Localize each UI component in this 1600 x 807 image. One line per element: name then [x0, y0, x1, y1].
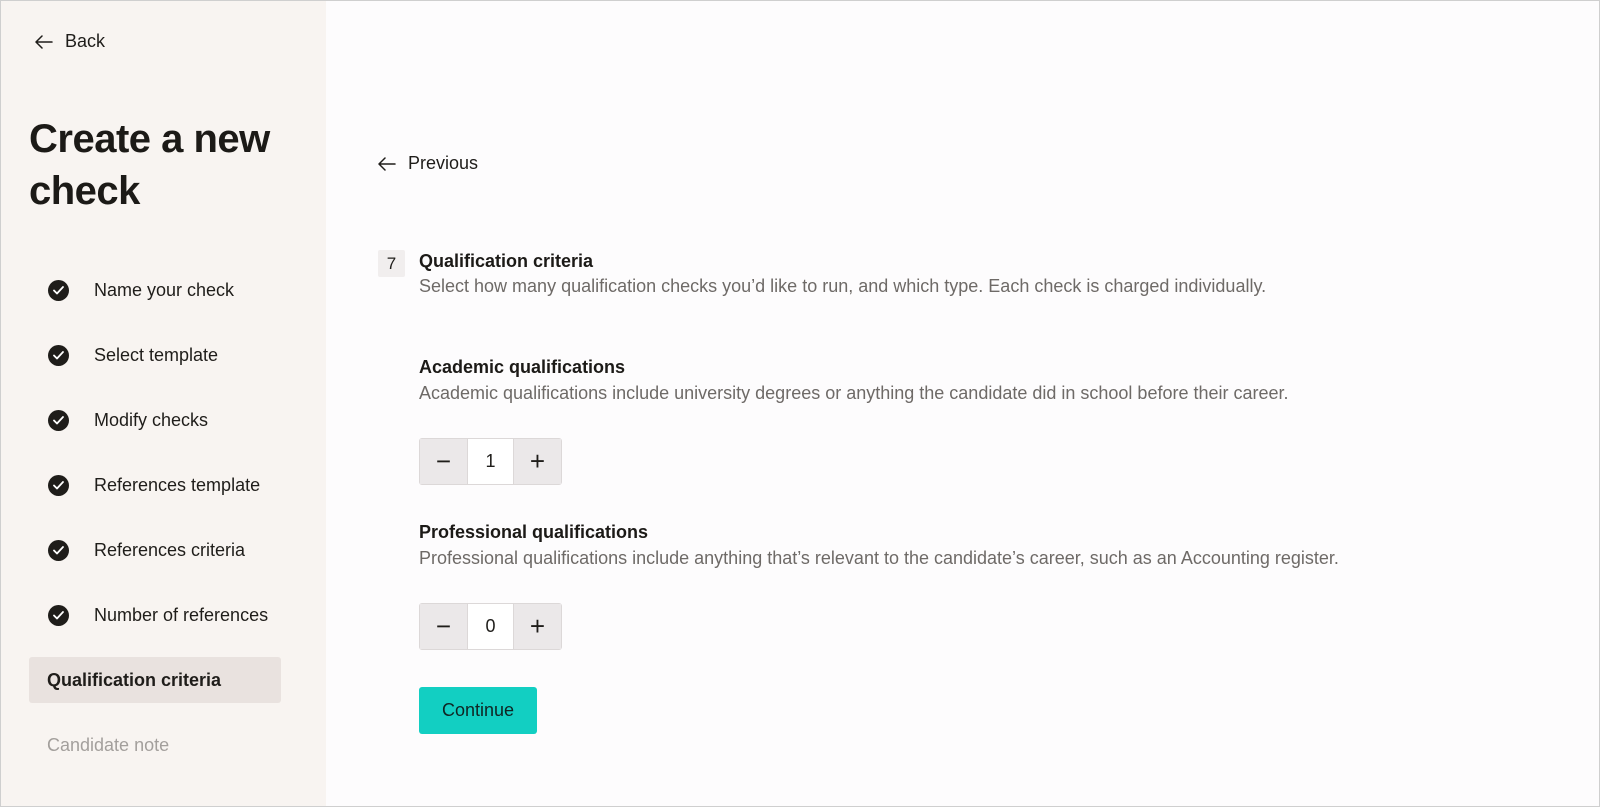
step-name-your-check[interactable]: Name your check — [29, 267, 281, 313]
previous-button[interactable]: Previous — [378, 153, 478, 174]
check-circle-icon — [48, 279, 69, 301]
step-number-badge: 7 — [378, 250, 405, 277]
page-title: Create a new check — [29, 117, 270, 213]
professional-quantity-value[interactable]: 0 — [468, 604, 513, 649]
main-content: Previous 7 Qualification criteria Select… — [326, 1, 1599, 806]
check-circle-icon — [48, 409, 69, 431]
step-label: Number of references — [94, 604, 269, 625]
check-circle-icon — [48, 474, 69, 496]
arrow-left-icon — [35, 34, 53, 49]
step-label: Modify checks — [94, 409, 209, 430]
step-label: Candidate note — [47, 734, 170, 755]
academic-quantity-stepper: − 1 + — [419, 438, 562, 485]
app-window: Back Create a new check Name your check … — [0, 0, 1600, 807]
professional-description: Professional qualifications include anyt… — [419, 548, 1339, 568]
back-label: Back — [65, 31, 106, 51]
arrow-left-icon — [378, 156, 396, 171]
check-circle-icon — [48, 344, 69, 366]
check-circle-icon — [48, 604, 69, 626]
step-references-template[interactable]: References template — [29, 462, 281, 508]
step-label: References criteria — [94, 539, 246, 560]
step-modify-checks[interactable]: Modify checks — [29, 397, 281, 443]
back-button[interactable]: Back — [35, 31, 105, 52]
professional-increment-button[interactable]: + — [513, 604, 561, 649]
continue-button[interactable]: Continue — [419, 687, 537, 734]
academic-description: Academic qualifications include universi… — [419, 383, 1289, 403]
academic-quantity-value[interactable]: 1 — [468, 439, 513, 484]
check-circle-icon — [48, 539, 69, 561]
academic-title: Academic qualifications — [419, 357, 626, 377]
section-description: Select how many qualification checks you… — [419, 276, 1267, 296]
section-title: Qualification criteria — [419, 251, 594, 271]
previous-label: Previous — [408, 153, 479, 173]
academic-increment-button[interactable]: + — [513, 439, 561, 484]
step-label: Qualification criteria — [47, 669, 222, 690]
professional-title: Professional qualifications — [419, 522, 649, 542]
professional-quantity-stepper: − 0 + — [419, 603, 562, 650]
step-label: Select template — [94, 344, 219, 365]
step-references-criteria[interactable]: References criteria — [29, 527, 281, 573]
step-number-of-references[interactable]: Number of references — [29, 592, 281, 638]
step-candidate-note: Candidate note — [29, 722, 281, 768]
step-label: Name your check — [94, 279, 235, 300]
academic-decrement-button[interactable]: − — [420, 439, 468, 484]
step-qualification-criteria[interactable]: Qualification criteria — [29, 657, 281, 703]
step-select-template[interactable]: Select template — [29, 332, 281, 378]
sidebar: Back Create a new check Name your check … — [1, 1, 326, 806]
step-label: References template — [94, 474, 261, 495]
step-list: Name your check Select template Modify c… — [29, 267, 281, 787]
professional-decrement-button[interactable]: − — [420, 604, 468, 649]
